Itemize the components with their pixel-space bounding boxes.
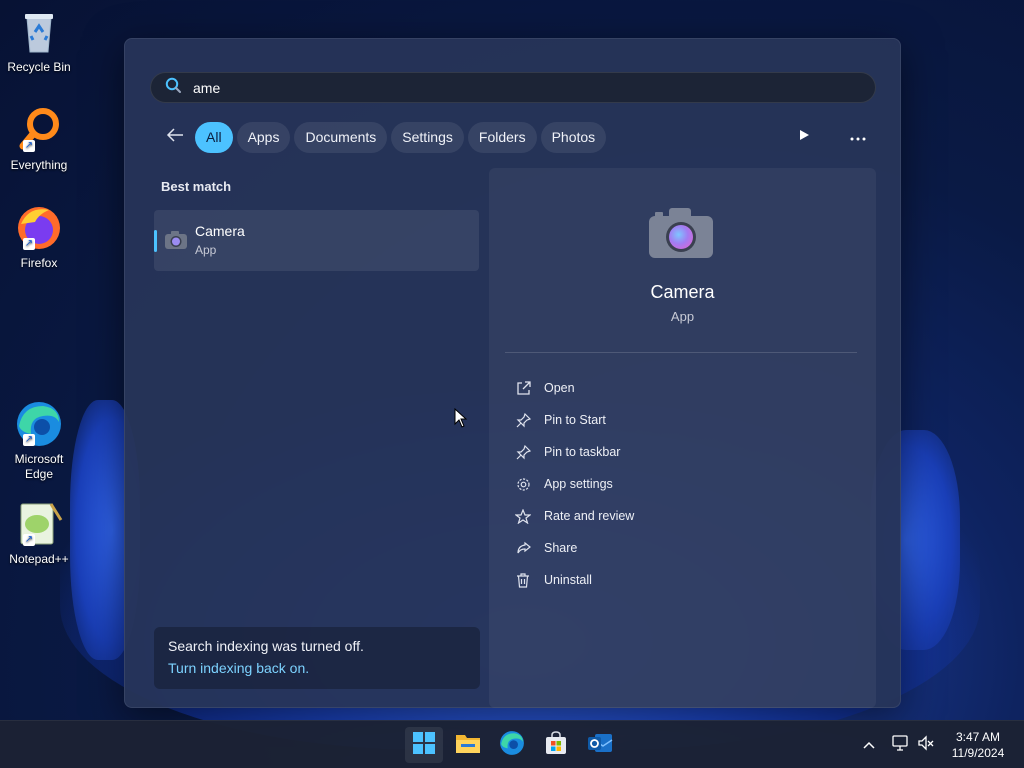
turn-indexing-on-link[interactable]: Turn indexing back on. xyxy=(168,660,466,676)
pin-icon xyxy=(515,444,531,460)
volume-button[interactable] xyxy=(916,734,936,756)
filter-chip-folders[interactable]: Folders xyxy=(467,121,537,153)
desktop-icon-label: Firefox xyxy=(20,256,58,270)
taskbar-edge[interactable] xyxy=(493,727,531,763)
show-hidden-icons-button[interactable] xyxy=(859,735,879,755)
clock-time: 3:47 AM xyxy=(955,730,1001,744)
action-pin-to-start[interactable]: Pin to Start xyxy=(515,404,634,436)
gear-icon xyxy=(515,476,531,492)
edge-icon: ↗ xyxy=(15,400,63,448)
microsoft-store-icon xyxy=(544,730,568,760)
action-label: App settings xyxy=(544,477,613,491)
taskbar: 3:47 AM 11/9/2024 xyxy=(0,720,1024,768)
detail-title: Camera xyxy=(650,282,715,302)
result-name: Camera xyxy=(195,223,245,239)
detail-pane: Camera App Open Pin to Start Pin to task… xyxy=(489,168,876,708)
volume-muted-icon xyxy=(917,734,935,756)
more-icon xyxy=(850,128,866,146)
back-button[interactable] xyxy=(161,123,189,151)
action-app-settings[interactable]: App settings xyxy=(515,468,634,500)
detail-subtitle: App xyxy=(670,309,695,324)
share-icon xyxy=(515,540,531,556)
action-label: Uninstall xyxy=(544,573,592,587)
back-arrow-icon xyxy=(166,127,184,148)
action-share[interactable]: Share xyxy=(515,532,634,564)
pin-icon xyxy=(515,412,531,428)
network-icon xyxy=(891,734,909,756)
everything-search-icon: ↗ xyxy=(15,106,63,154)
action-label: Rate and review xyxy=(544,509,635,523)
firefox-icon: ↗ xyxy=(15,204,63,252)
result-type: App xyxy=(195,243,217,257)
selection-indicator xyxy=(154,230,157,252)
action-label: Pin to Start xyxy=(544,413,606,427)
divider xyxy=(505,352,857,353)
taskbar-file-explorer[interactable] xyxy=(449,727,487,763)
open-external-icon xyxy=(515,380,531,396)
more-options-button[interactable] xyxy=(846,125,870,149)
best-match-heading: Best match xyxy=(161,179,232,194)
file-explorer-icon xyxy=(455,732,481,759)
recycle-bin-icon xyxy=(15,8,63,56)
filter-chip-photos[interactable]: Photos xyxy=(540,121,607,153)
taskbar-microsoft-store[interactable] xyxy=(537,727,575,763)
desktop-icon-label: Microsoft Edge xyxy=(14,452,64,481)
start-icon xyxy=(413,731,435,759)
clock-date: 11/9/2024 xyxy=(951,746,1005,760)
desktop-icon-label: Recycle Bin xyxy=(7,60,71,74)
search-box[interactable] xyxy=(150,72,876,103)
outlook-icon xyxy=(587,731,613,760)
filter-chip-settings[interactable]: Settings xyxy=(391,121,464,153)
action-open[interactable]: Open xyxy=(515,372,634,404)
star-icon xyxy=(515,508,531,524)
desktop-icon-firefox[interactable]: ↗ Firefox xyxy=(4,204,74,271)
desktop-icon-recycle-bin[interactable]: Recycle Bin xyxy=(4,8,74,75)
search-icon xyxy=(165,77,181,98)
indexing-notice: Search indexing was turned off. Turn ind… xyxy=(154,627,480,689)
desktop-icon-notepad-plus-plus[interactable]: ↗ Notepad++ xyxy=(4,500,74,567)
action-uninstall[interactable]: Uninstall xyxy=(515,564,634,596)
action-rate-and-review[interactable]: Rate and review xyxy=(515,500,634,532)
search-input[interactable] xyxy=(193,79,793,96)
chevron-up-icon xyxy=(863,736,875,754)
start-button[interactable] xyxy=(405,727,443,763)
desktop-icon-edge[interactable]: ↗ Microsoft Edge xyxy=(4,400,74,482)
filter-chip-all[interactable]: All xyxy=(195,121,233,153)
filter-chip-apps[interactable]: Apps xyxy=(236,121,291,153)
filter-bar: All Apps Documents Settings Folders Phot… xyxy=(161,121,607,153)
desktop-icon-everything[interactable]: ↗ Everything xyxy=(4,106,74,173)
action-label: Pin to taskbar xyxy=(544,445,621,459)
action-list: Open Pin to Start Pin to taskbar App set… xyxy=(515,372,634,596)
trash-icon xyxy=(515,572,531,588)
play-button[interactable] xyxy=(792,125,816,149)
play-icon xyxy=(798,128,810,146)
camera-icon xyxy=(647,204,715,267)
taskbar-outlook[interactable] xyxy=(581,727,619,763)
indexing-message: Search indexing was turned off. xyxy=(168,638,364,654)
action-label: Share xyxy=(544,541,578,555)
camera-icon xyxy=(164,229,188,256)
action-pin-to-taskbar[interactable]: Pin to taskbar xyxy=(515,436,634,468)
mouse-cursor-icon xyxy=(454,407,468,433)
desktop-icon-label: Everything xyxy=(10,158,68,172)
edge-icon xyxy=(499,730,525,761)
action-label: Open xyxy=(544,381,575,395)
network-status-button[interactable] xyxy=(890,734,910,756)
search-panel: All Apps Documents Settings Folders Phot… xyxy=(124,38,901,708)
filter-chip-documents[interactable]: Documents xyxy=(294,121,388,153)
notepad-plus-plus-icon: ↗ xyxy=(15,500,63,548)
desktop-icon-label: Notepad++ xyxy=(9,552,69,566)
best-match-result[interactable]: Camera App xyxy=(154,210,479,271)
system-clock[interactable]: 3:47 AM 11/9/2024 xyxy=(940,729,1016,761)
